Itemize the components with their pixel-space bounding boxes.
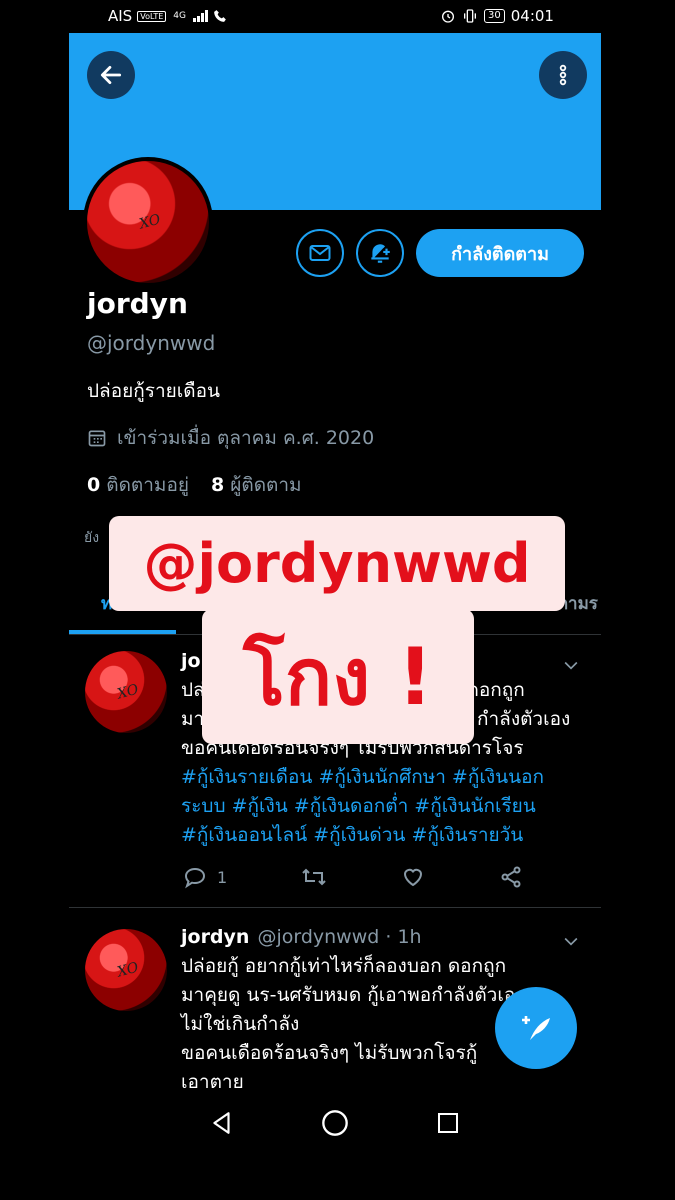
tweet-hashtags[interactable]: #กู้เงินออนไลน์ #กู้เงินด่วน #กู้เงินราย… [181, 821, 586, 850]
tweet-actions: 1 [183, 865, 523, 889]
follow-stats: 0 ติดตามอยู่ 8 ผู้ติดตาม [87, 470, 302, 500]
avatar-image: XO [87, 161, 209, 283]
back-button[interactable] [87, 51, 135, 99]
calendar-icon [88, 430, 106, 447]
phone-icon [214, 10, 226, 22]
share-icon [501, 866, 521, 888]
chevron-down-icon[interactable] [561, 931, 581, 951]
notifications-button[interactable] [356, 229, 404, 277]
circle-home-icon [322, 1110, 348, 1136]
nav-back-button[interactable] [202, 1103, 242, 1143]
profile-name: jordyn [87, 287, 188, 320]
avatar-image: XO [85, 651, 167, 733]
avatar-xo-mark: XO [115, 681, 140, 703]
tweet-avatar[interactable]: XO [85, 651, 167, 733]
nav-recents-button[interactable] [428, 1103, 468, 1143]
triangle-back-icon [213, 1112, 230, 1134]
like-action[interactable] [401, 865, 425, 889]
tweet-meta: @jordynwwd · 1h [257, 926, 422, 948]
arrow-left-icon [100, 66, 122, 84]
chevron-down-icon[interactable] [561, 655, 581, 675]
tweet-author-name: jordyn [181, 926, 250, 948]
avatar-xo-mark: XO [138, 211, 163, 233]
tweet-text-start: มา [181, 708, 205, 730]
followers-label: ผู้ติดตาม [230, 474, 302, 496]
following-stat[interactable]: 0 ติดตามอยู่ [87, 470, 189, 500]
battery-indicator: 30 [484, 9, 505, 23]
more-vertical-icon [559, 64, 567, 86]
profile-handle: @jordynwwd [87, 331, 216, 355]
share-action[interactable] [499, 865, 523, 889]
overlay-handle-banner: @jordynwwd [109, 516, 565, 611]
square-recents-icon [438, 1113, 458, 1133]
reply-icon [184, 867, 206, 889]
vibrate-icon [464, 9, 476, 23]
profile-avatar[interactable]: XO [83, 157, 213, 287]
tweet-hashtags[interactable]: ระบบ #กู้เงิน #กู้เงินดอกต่ำ #กู้เงินนัก… [181, 792, 586, 821]
volte-badge: VoLTE [137, 10, 167, 22]
clock: 04:01 [510, 7, 554, 25]
network-type: 4G [173, 11, 186, 21]
heart-icon [404, 868, 423, 887]
following-button[interactable]: กำลังติดตาม [416, 229, 584, 277]
avatar-xo-mark: XO [115, 959, 140, 981]
system-nav-bar [0, 1095, 675, 1200]
compose-feather-icon [522, 1016, 550, 1040]
tweet-text-line: เอาตาย [181, 1071, 244, 1093]
following-count: 0 [87, 474, 101, 496]
tweet-text-line: ปล่อยกู้ อยากกู้เท่าไหร่ก็ลองบอก ดอกถูก [181, 955, 507, 977]
status-bar: AIS VoLTE 4G 30 04:01 [0, 0, 675, 33]
reply-action[interactable]: 1 [183, 865, 227, 889]
following-label: ติดตามอยู่ [106, 474, 189, 496]
followers-stat[interactable]: 8 ผู้ติดตาม [211, 470, 302, 500]
carrier-label: AIS [108, 7, 133, 25]
tweet-text-end: กำลังตัวเอง [477, 708, 571, 730]
more-options-button[interactable] [539, 51, 587, 99]
reply-count: 1 [217, 867, 228, 887]
bell-plus-icon [371, 244, 390, 263]
signal-icon [192, 10, 208, 22]
retweet-icon [302, 868, 326, 886]
followers-count: 8 [211, 474, 225, 496]
overlay-scam-banner: โกง ! [202, 609, 474, 744]
profile-bio: ปล่อยกู้รายเดือน [87, 380, 220, 402]
not-followed-note: ยัง [84, 530, 100, 546]
tweet-avatar[interactable]: XO [85, 929, 167, 1011]
alarm-icon [442, 10, 454, 23]
retweet-action[interactable] [301, 865, 327, 889]
nav-home-button[interactable] [315, 1103, 355, 1143]
compose-tweet-button[interactable] [495, 987, 577, 1069]
message-button[interactable] [296, 229, 344, 277]
avatar-image: XO [85, 929, 167, 1011]
mail-icon [309, 245, 331, 261]
tweet-hashtags[interactable]: #กู้เงินรายเดือน #กู้เงินนักศึกษา #กู้เง… [181, 763, 586, 792]
joined-date: เข้าร่วมเมื่อ ตุลาคม ค.ศ. 2020 [87, 423, 374, 453]
joined-text: เข้าร่วมเมื่อ ตุลาคม ค.ศ. 2020 [117, 427, 375, 449]
